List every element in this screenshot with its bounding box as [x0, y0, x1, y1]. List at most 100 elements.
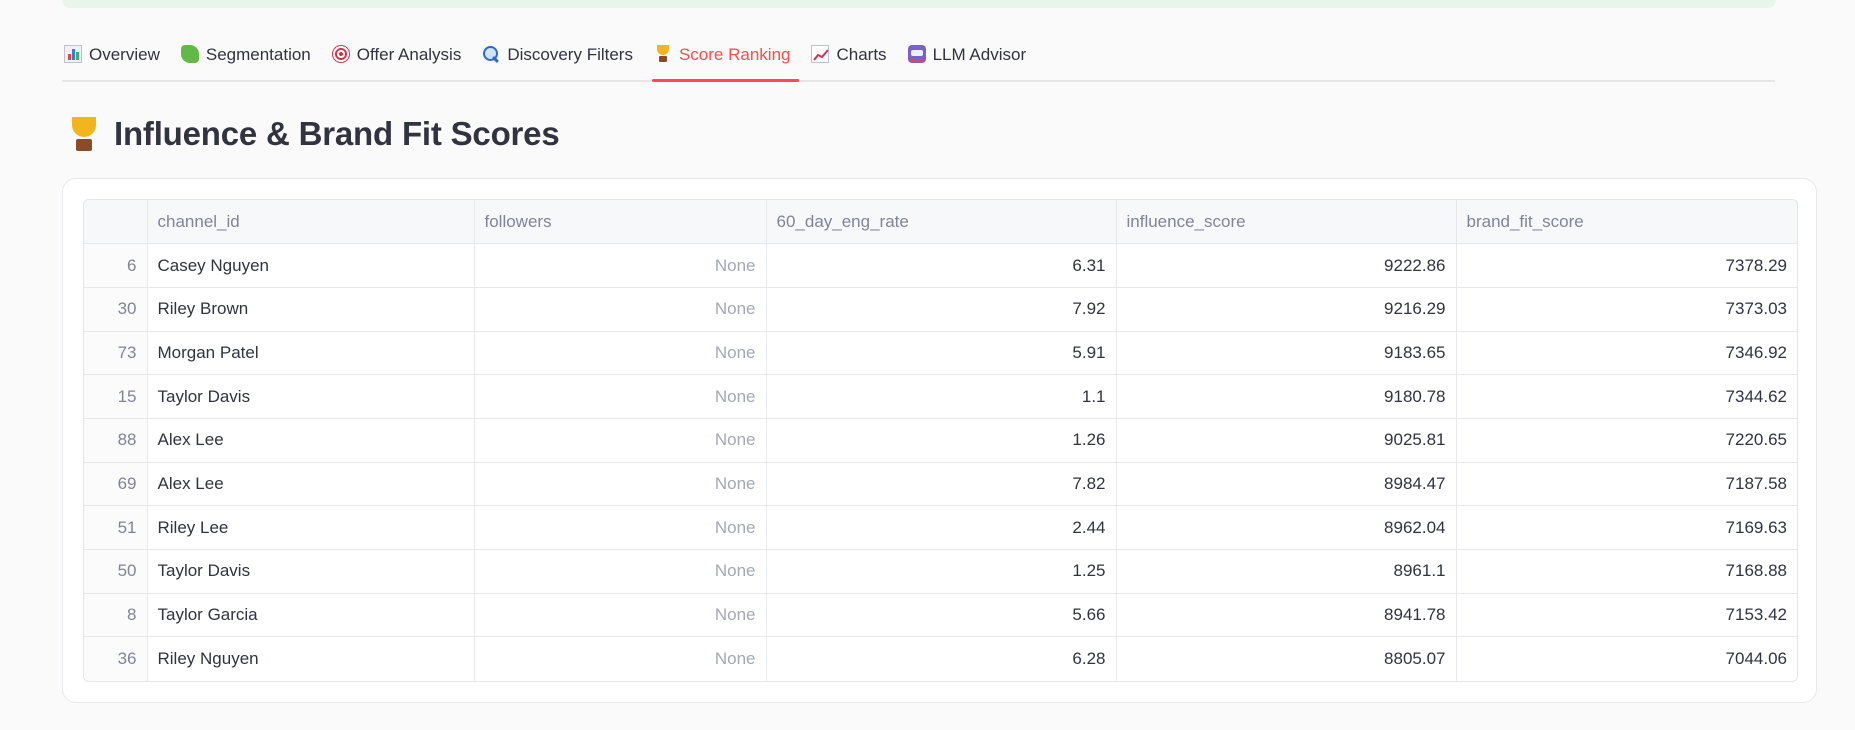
- column-header-brand-fit-score[interactable]: brand_fit_score: [1456, 200, 1797, 245]
- table-row[interactable]: 51 Riley Lee None 2.44 8962.04 7169.63: [84, 505, 1797, 550]
- row-index: 15: [84, 374, 148, 419]
- magnifier-icon: [482, 45, 500, 63]
- cell-channel-id[interactable]: Alex Lee: [147, 418, 475, 463]
- tab-offer-analysis[interactable]: Offer Analysis: [330, 36, 471, 80]
- cell-followers[interactable]: None: [474, 374, 767, 419]
- cell-channel-id[interactable]: Taylor Garcia: [147, 593, 475, 638]
- column-header-eng-rate[interactable]: 60_day_eng_rate: [766, 200, 1117, 245]
- cell-brand-fit-score[interactable]: 7169.63: [1456, 505, 1797, 550]
- tab-label: Offer Analysis: [356, 45, 462, 64]
- cell-followers[interactable]: None: [474, 593, 767, 638]
- page-title: Influence & Brand Fit Scores: [114, 115, 560, 152]
- cell-followers[interactable]: None: [474, 505, 767, 550]
- trophy-icon: [654, 45, 672, 63]
- cell-eng-rate[interactable]: 5.66: [766, 593, 1117, 638]
- tab-label: Charts: [836, 45, 887, 64]
- cell-followers[interactable]: None: [474, 549, 767, 594]
- cell-channel-id[interactable]: Taylor Davis: [147, 374, 475, 419]
- row-index: 8: [84, 593, 148, 638]
- tab-score-ranking[interactable]: Score Ranking: [651, 36, 800, 82]
- row-index: 69: [84, 462, 148, 507]
- row-index: 36: [84, 636, 148, 681]
- cell-followers[interactable]: None: [474, 287, 767, 332]
- cell-influence-score[interactable]: 8941.78: [1116, 593, 1457, 638]
- cell-brand-fit-score[interactable]: 7220.65: [1456, 418, 1797, 463]
- cell-followers[interactable]: None: [474, 331, 767, 376]
- cell-eng-rate[interactable]: 1.25: [766, 549, 1117, 594]
- target-icon: [331, 45, 350, 63]
- trophy-icon: [68, 115, 100, 153]
- tab-label: Segmentation: [205, 45, 311, 64]
- cell-brand-fit-score[interactable]: 7187.58: [1456, 462, 1797, 507]
- cell-channel-id[interactable]: Riley Brown: [147, 287, 475, 332]
- page-heading: Influence & Brand Fit Scores: [68, 115, 560, 153]
- cell-followers[interactable]: None: [474, 636, 767, 681]
- row-index: 30: [84, 287, 148, 332]
- row-index: 88: [84, 418, 148, 463]
- table-row[interactable]: 36 Riley Nguyen None 6.28 8805.07 7044.0…: [84, 636, 1797, 681]
- row-index: 6: [84, 243, 148, 288]
- table-row[interactable]: 73 Morgan Patel None 5.91 9183.65 7346.9…: [84, 331, 1797, 376]
- cell-influence-score[interactable]: 9222.86: [1116, 243, 1457, 288]
- cell-influence-score[interactable]: 9025.81: [1116, 418, 1457, 463]
- cell-channel-id[interactable]: Riley Lee: [147, 505, 475, 550]
- cell-eng-rate[interactable]: 6.28: [766, 636, 1117, 681]
- table-row[interactable]: 30 Riley Brown None 7.92 9216.29 7373.03: [84, 287, 1797, 332]
- tab-label: Score Ranking: [678, 45, 791, 64]
- cell-brand-fit-score[interactable]: 7344.62: [1456, 374, 1797, 419]
- cell-brand-fit-score[interactable]: 7153.42: [1456, 593, 1797, 638]
- column-header-followers[interactable]: followers: [474, 200, 767, 245]
- tab-overview[interactable]: Overview: [62, 36, 169, 80]
- cell-eng-rate[interactable]: 5.91: [766, 331, 1117, 376]
- row-index: 51: [84, 505, 148, 550]
- table-row[interactable]: 88 Alex Lee None 1.26 9025.81 7220.65: [84, 418, 1797, 463]
- cell-channel-id[interactable]: Morgan Patel: [147, 331, 475, 376]
- cell-channel-id[interactable]: Casey Nguyen: [147, 243, 475, 288]
- cell-eng-rate[interactable]: 7.92: [766, 287, 1117, 332]
- tab-charts[interactable]: Charts: [809, 36, 895, 80]
- column-header-influence-score[interactable]: influence_score: [1116, 200, 1457, 245]
- robot-icon: [907, 45, 926, 63]
- tab-label: Discovery Filters: [507, 45, 633, 64]
- cell-eng-rate[interactable]: 7.82: [766, 462, 1117, 507]
- cell-eng-rate[interactable]: 1.26: [766, 418, 1117, 463]
- cell-eng-rate[interactable]: 1.1: [766, 374, 1117, 419]
- table-row[interactable]: 15 Taylor Davis None 1.1 9180.78 7344.62: [84, 374, 1797, 419]
- cell-influence-score[interactable]: 8962.04: [1116, 505, 1457, 550]
- cell-followers[interactable]: None: [474, 243, 767, 288]
- tab-bar: Overview Segmentation Offer Analysis Dis…: [62, 36, 1775, 82]
- cell-brand-fit-score[interactable]: 7378.29: [1456, 243, 1797, 288]
- table-row[interactable]: 8 Taylor Garcia None 5.66 8941.78 7153.4…: [84, 593, 1797, 638]
- table-row[interactable]: 6 Casey Nguyen None 6.31 9222.86 7378.29: [84, 243, 1797, 288]
- tab-label: Overview: [89, 45, 160, 64]
- tab-discovery-filters[interactable]: Discovery Filters: [480, 36, 642, 80]
- puzzle-icon: [180, 45, 199, 63]
- cell-followers[interactable]: None: [474, 418, 767, 463]
- cell-influence-score[interactable]: 8961.1: [1116, 549, 1457, 594]
- cell-influence-score[interactable]: 8805.07: [1116, 636, 1457, 681]
- cell-channel-id[interactable]: Riley Nguyen: [147, 636, 475, 681]
- tab-segmentation[interactable]: Segmentation: [179, 36, 320, 80]
- cell-brand-fit-score[interactable]: 7346.92: [1456, 331, 1797, 376]
- cell-followers[interactable]: None: [474, 462, 767, 507]
- cell-channel-id[interactable]: Alex Lee: [147, 462, 475, 507]
- dataframe-container: channel_id followers 60_day_eng_rate inf…: [62, 178, 1817, 703]
- column-header-channel-id[interactable]: channel_id: [147, 200, 475, 245]
- cell-channel-id[interactable]: Taylor Davis: [147, 549, 475, 594]
- cell-brand-fit-score[interactable]: 7373.03: [1456, 287, 1797, 332]
- cell-influence-score[interactable]: 9180.78: [1116, 374, 1457, 419]
- line-chart-icon: [811, 45, 830, 63]
- table-row[interactable]: 50 Taylor Davis None 1.25 8961.1 7168.88: [84, 549, 1797, 594]
- bar-chart-icon: [64, 45, 82, 63]
- cell-influence-score[interactable]: 9216.29: [1116, 287, 1457, 332]
- data-table[interactable]: channel_id followers 60_day_eng_rate inf…: [83, 199, 1798, 682]
- tab-llm-advisor[interactable]: LLM Advisor: [906, 36, 1036, 80]
- cell-eng-rate[interactable]: 6.31: [766, 243, 1117, 288]
- cell-influence-score[interactable]: 9183.65: [1116, 331, 1457, 376]
- table-row[interactable]: 69 Alex Lee None 7.82 8984.47 7187.58: [84, 462, 1797, 507]
- cell-brand-fit-score[interactable]: 7168.88: [1456, 549, 1797, 594]
- cell-influence-score[interactable]: 8984.47: [1116, 462, 1457, 507]
- cell-brand-fit-score[interactable]: 7044.06: [1456, 637, 1797, 681]
- tab-label: LLM Advisor: [932, 45, 1027, 64]
- cell-eng-rate[interactable]: 2.44: [766, 505, 1117, 550]
